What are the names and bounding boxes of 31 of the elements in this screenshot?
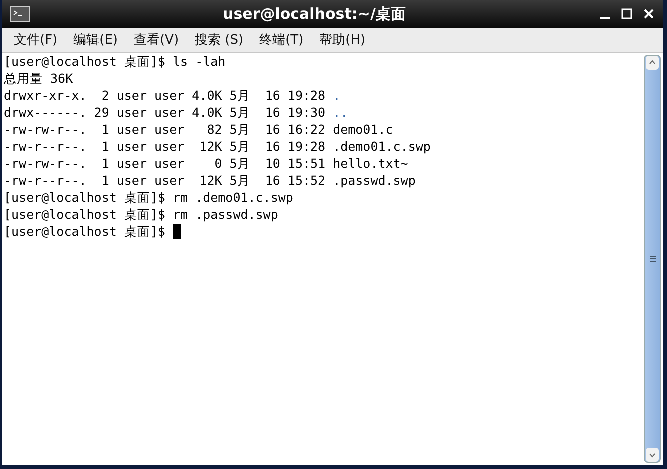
directory-name: .. [333, 104, 348, 121]
window-title: user@localhost:~/桌面 [222, 4, 407, 24]
file-name: hello.txt~ [333, 155, 408, 172]
terminal-line: drwx------. 29 user user 4.0K 5月 16 19:30 [4, 104, 327, 121]
terminal-line: [user@localhost 桌面]$ [4, 223, 166, 240]
menu-item[interactable]: 编辑(E) [68, 29, 124, 51]
menu-item[interactable]: 查看(V) [128, 29, 186, 51]
directory-name: . [333, 87, 341, 104]
terminal-line: -rw-r--r--. 1 user user 12K 5月 16 15:52 [4, 172, 327, 189]
terminal-icon [10, 6, 30, 22]
scrollbar[interactable] [644, 55, 661, 463]
terminal-line: drwxr-xr-x. 2 user user 4.0K 5月 16 19:28 [4, 87, 327, 104]
menu-item[interactable]: 终端(T) [254, 29, 310, 51]
terminal-line: -rw-rw-r--. 1 user user 0 5月 10 15:51 [4, 155, 327, 172]
terminal-line: -rw-rw-r--. 1 user user 82 5月 16 16:22 [4, 121, 327, 138]
file-name: .demo01.c.swp [333, 138, 431, 155]
terminal-line: [user@localhost 桌面]$ rm .passwd.swp [4, 206, 278, 223]
file-name: demo01.c [333, 121, 394, 138]
terminal-line: -rw-r--r--. 1 user user 12K 5月 16 19:28 [4, 138, 327, 155]
terminal-line: 总用量 36K [4, 70, 74, 87]
scroll-down-icon[interactable] [646, 448, 659, 462]
scroll-up-icon[interactable] [646, 56, 659, 70]
menu-item[interactable]: 帮助(H) [314, 29, 372, 51]
close-icon[interactable] [643, 8, 655, 20]
terminal-line: [user@localhost 桌面]$ ls -lah [4, 53, 226, 70]
grip-icon [648, 255, 656, 263]
terminal-line: [user@localhost 桌面]$ rm .demo01.c.swp [4, 189, 294, 206]
file-name: .passwd.swp [333, 172, 416, 189]
menu-item[interactable]: 搜索 (S) [189, 29, 250, 51]
maximize-icon[interactable] [621, 8, 633, 20]
menu-item[interactable]: 文件(F) [8, 29, 64, 51]
